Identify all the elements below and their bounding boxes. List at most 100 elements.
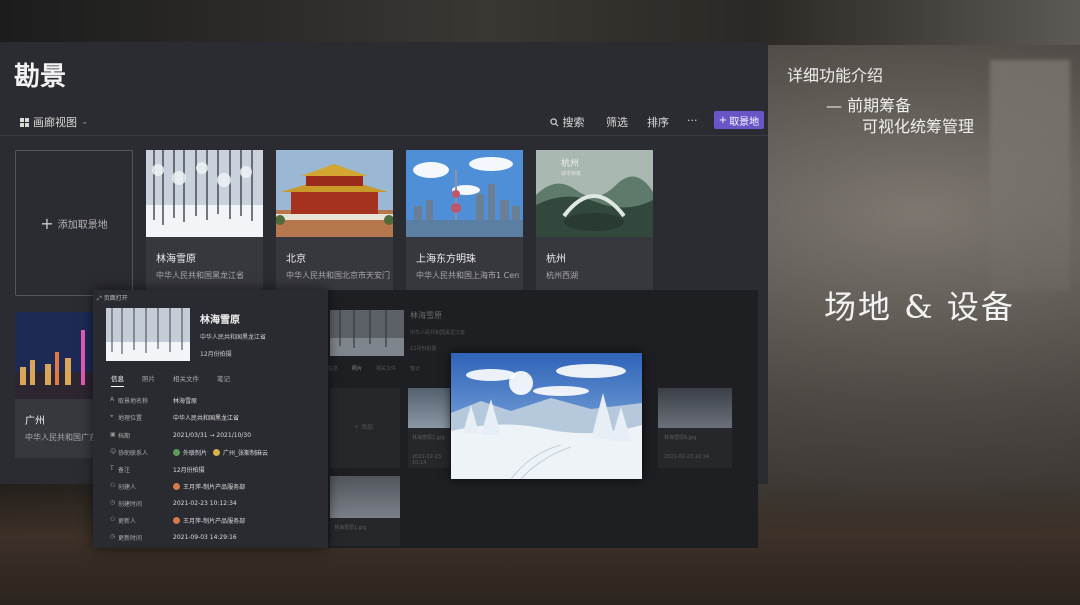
gallery-add-card[interactable]: + 添加	[330, 388, 400, 468]
location-thumbnail: 杭州 城市映像	[536, 150, 653, 237]
avatar	[173, 483, 180, 490]
person-icon: ⚇	[110, 482, 116, 489]
avatar	[173, 517, 180, 524]
tab-info[interactable]: 信息	[111, 373, 124, 387]
gallery-photo-thumb	[408, 388, 450, 428]
gallery-photo-caption: 林海雪原1.jpg	[334, 525, 367, 531]
location-address: 中华人民共和国上海市1 Cent...	[416, 271, 520, 280]
detail-row-updater: ⚇ 更新人 王月萍-制片产品服务部	[110, 516, 246, 525]
person-icon: ⚇	[110, 516, 116, 523]
tab-info[interactable]: 信息	[328, 365, 338, 372]
location-address: 中华人民共和国广东省	[25, 433, 103, 442]
plus-icon: +	[354, 424, 360, 431]
page-title: 勘景	[14, 62, 67, 92]
detail-row-notes: T 备注 12月份拍摄	[110, 465, 205, 474]
detail-header[interactable]: ⤢ 页面打开	[97, 293, 128, 303]
detail-row-created-time: ◷ 创建时间 2021-02-23 10:12:34	[110, 499, 237, 508]
filter-button[interactable]: 筛选	[606, 114, 628, 130]
thumbnail-subtitle: 城市映像	[561, 171, 582, 177]
calendar-icon: ▣	[110, 431, 116, 438]
location-name: 广州	[25, 416, 45, 427]
location-thumbnail	[15, 312, 95, 399]
location-thumbnail	[276, 150, 393, 237]
chevron-down-icon: ⌄	[81, 117, 89, 127]
location-card[interactable]: 广州 中华人民共和国广东省	[15, 312, 103, 458]
intro-description: 可视化统筹管理	[862, 117, 975, 136]
add-location-label: 取景地	[729, 116, 760, 128]
gallery-location-address: 中华人民共和国黑龙江省	[410, 330, 466, 336]
gallery-photo-thumb	[658, 388, 732, 428]
view-switch[interactable]: 画廊视图 ⌄	[20, 114, 89, 130]
tab-files[interactable]: 相关文件	[173, 373, 199, 387]
location-name: 上海东方明珠	[416, 254, 476, 265]
search-label: 搜索	[562, 116, 585, 129]
plus-icon: +	[40, 213, 54, 233]
detail-row-name: A 取景地名称 林海雪原	[110, 396, 198, 405]
background-panel	[990, 60, 1070, 290]
gallery-photo-card[interactable]: 林海雪原1.jpg 2021-02-23 10:14	[408, 388, 450, 468]
detail-row-contacts: ☺ 协助联系人 外联制片 广州_张斯制麻云	[110, 448, 269, 457]
gallery-photo-card[interactable]: 林海雪原1.jpg	[330, 476, 400, 546]
detail-thumbnail	[106, 308, 190, 361]
sort-button[interactable]: 排序	[647, 114, 669, 130]
location-card[interactable]: 林海雪原 中华人民共和国黑龙江省	[146, 150, 263, 296]
toolbar: 画廊视图 ⌄ 搜索 筛选 排序 ··· + 取景地	[0, 106, 768, 136]
photo-preview-popup[interactable]	[451, 353, 642, 479]
gallery-location-name: 林海雪原	[410, 311, 442, 320]
gallery-photo-caption: 林海雪原1.jpg	[412, 435, 445, 441]
add-location-card[interactable]: + 添加取景地	[15, 150, 133, 296]
gallery-photo-thumb	[330, 476, 400, 518]
intro-heading: 详细功能介绍	[787, 66, 884, 85]
detail-header-label: 页面打开	[103, 295, 128, 302]
location-card[interactable]: 杭州 城市映像 杭州 杭州西湖	[536, 150, 653, 296]
clock-icon: ◷	[110, 533, 116, 540]
location-address: 中华人民共和国黑龙江省	[156, 271, 244, 280]
tab-notes[interactable]: 笔记	[410, 365, 420, 372]
add-location-button[interactable]: + 取景地	[714, 111, 764, 129]
detail-row-updated-time: ◷ 更新时间 2021-09-03 14:29:16	[110, 533, 237, 542]
add-card-label: 添加取景地	[57, 219, 108, 231]
search-button[interactable]: 搜索	[550, 114, 585, 130]
gallery-photo-date: 2021-02-23 10:14	[412, 454, 442, 466]
tab-photos[interactable]: 照片	[142, 373, 155, 387]
gallery-location-time: 12月份拍摄	[410, 346, 437, 352]
location-address: 中华人民共和国北京市天安门...	[286, 271, 390, 280]
detail-row-creator: ⚇ 创建人 王月萍-制片产品服务部	[110, 482, 246, 491]
tab-photos[interactable]: 照片	[352, 365, 362, 372]
detail-location-name: 林海雪原	[200, 315, 240, 326]
location-thumbnail	[406, 150, 523, 237]
location-detail-panel: ⤢ 页面打开 林海雪原 中华人民共和国黑龙江省 12月份拍摄 信息 照片 相关文…	[93, 290, 328, 548]
location-thumbnail	[146, 150, 263, 237]
text-t-icon: T	[110, 465, 114, 472]
location-address: 杭州西湖	[546, 271, 578, 280]
location-name: 北京	[286, 254, 306, 265]
plus-icon: +	[718, 114, 728, 126]
feature-title: 场地 & 设备	[824, 288, 1015, 326]
expand-icon: ⤢	[97, 295, 102, 302]
gallery-photo-date: 2021-02-23 10:14	[664, 454, 710, 460]
gallery-photo-card[interactable]: 林海雪原8.jpg 2021-02-23 10:14	[658, 388, 732, 468]
avatar	[173, 449, 180, 456]
gallery-add-label: 添加	[360, 424, 373, 431]
more-button[interactable]: ···	[687, 114, 698, 127]
search-icon	[550, 118, 559, 127]
location-name: 杭州	[546, 254, 566, 265]
location-pin-icon: ⌖	[110, 413, 114, 420]
location-card[interactable]: 北京 中华人民共和国北京市天安门...	[276, 150, 393, 296]
background-top	[0, 0, 1080, 45]
detail-location-address: 中华人民共和国黑龙江省	[200, 334, 267, 341]
tab-files[interactable]: 相关文件	[376, 365, 396, 372]
detail-row-schedule: ▣ 档期 2021/03/31 → 2021/10/30	[110, 431, 252, 440]
grid-icon	[20, 117, 29, 127]
gallery-tabs: 信息 照片 相关文件 笔记	[328, 365, 420, 372]
detail-row-location: ⌖ 地理位置 中华人民共和国黑龙江省	[110, 413, 240, 422]
view-label: 画廊视图	[33, 116, 77, 129]
gallery-photo-caption: 林海雪原8.jpg	[664, 435, 697, 441]
location-card[interactable]: 上海东方明珠 中华人民共和国上海市1 Cent...	[406, 150, 523, 296]
thumbnail-title: 杭州	[561, 159, 580, 169]
avatar	[213, 449, 221, 456]
tab-notes[interactable]: 笔记	[217, 373, 230, 387]
user-icon: ☺	[110, 448, 117, 455]
text-icon: A	[110, 396, 115, 403]
gallery-header-thumbnail	[330, 310, 404, 356]
